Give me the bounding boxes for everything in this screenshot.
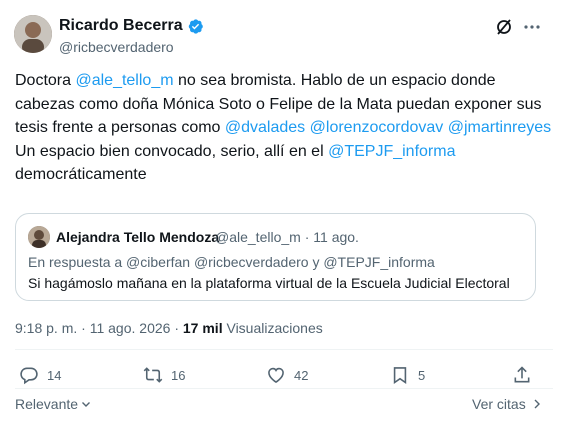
- repost-button[interactable]: 16: [143, 365, 185, 385]
- quoted-tweet[interactable]: Alejandra Tello Mendoza @ale_tello_m · 1…: [15, 213, 536, 301]
- quoted-author-avatar: [28, 226, 50, 248]
- like-button[interactable]: 42: [266, 365, 308, 385]
- tweet-text-segment: democráticamente: [15, 166, 147, 183]
- bookmark-button[interactable]: 5: [390, 365, 425, 385]
- tweet-time[interactable]: 9:18 p. m.: [15, 320, 77, 336]
- bookmark-icon: [393, 367, 407, 385]
- view-quotes-link[interactable]: Ver citas: [472, 396, 542, 412]
- view-quotes-label: Ver citas: [472, 396, 526, 412]
- reply-count: 14: [47, 367, 62, 383]
- quoted-author-meta: @ale_tello_m · 11 ago.: [215, 229, 359, 245]
- grok-icon[interactable]: [494, 17, 514, 37]
- tweet-text-segment: Doctora: [15, 72, 76, 89]
- sort-dropdown[interactable]: Relevante: [15, 396, 92, 412]
- separator-dot: ·: [304, 229, 310, 245]
- share-icon: [514, 366, 530, 383]
- mention-link[interactable]: @lorenzocordovav: [310, 119, 444, 136]
- heart-icon: [268, 367, 284, 384]
- repost-count: 16: [171, 367, 186, 383]
- divider: [15, 388, 553, 389]
- reply-button[interactable]: 14: [19, 365, 61, 385]
- author-handle[interactable]: @ricbecverdadero: [59, 39, 174, 55]
- verified-badge-icon: [187, 18, 204, 35]
- author-name-text: Ricardo Becerra: [59, 17, 183, 34]
- tweet-text: Doctora @ale_tello_m no sea bromista. Ha…: [15, 69, 555, 187]
- separator-dot: ·: [81, 320, 90, 336]
- views-label: Visualizaciones: [226, 320, 323, 336]
- divider: [15, 349, 553, 350]
- repost-icon: [143, 367, 163, 383]
- author-name[interactable]: Ricardo Becerra: [59, 17, 204, 35]
- mention-link[interactable]: @TEPJF_informa: [328, 143, 455, 160]
- share-button[interactable]: [512, 365, 532, 385]
- quoted-date: 11 ago.: [313, 229, 359, 245]
- more-options-icon[interactable]: [522, 17, 542, 37]
- author-avatar[interactable]: [14, 15, 52, 53]
- like-count: 42: [294, 367, 309, 383]
- tweet-text-segment: Un espacio bien convocado, serio, allí e…: [15, 142, 329, 160]
- bookmark-count: 5: [418, 367, 426, 383]
- sort-label: Relevante: [15, 396, 79, 412]
- views-count: 17 mil: [182, 320, 223, 336]
- tweet-date[interactable]: 11 ago. 2026: [90, 320, 171, 336]
- mention-link[interactable]: @dvalades: [225, 119, 305, 136]
- chevron-right-icon: [534, 399, 540, 409]
- quoted-author-handle: @ale_tello_m: [215, 229, 301, 245]
- tweet-meta: 9:18 p. m. · 11 ago. 2026 · 17 mil Visua…: [15, 320, 323, 336]
- separator-dot: ·: [174, 320, 183, 336]
- chevron-down-icon: [82, 402, 91, 407]
- quoted-reply-line: En respuesta a @ciberfan @ricbecverdader…: [28, 254, 435, 270]
- reply-icon: [20, 367, 38, 385]
- quoted-author-name: Alejandra Tello Mendoza: [56, 229, 220, 245]
- mention-link[interactable]: @jmartinreyes: [448, 119, 551, 136]
- quoted-text: Si hagámoslo mañana en la plataforma vir…: [28, 275, 510, 291]
- mention-link[interactable]: @ale_tello_m: [75, 72, 173, 89]
